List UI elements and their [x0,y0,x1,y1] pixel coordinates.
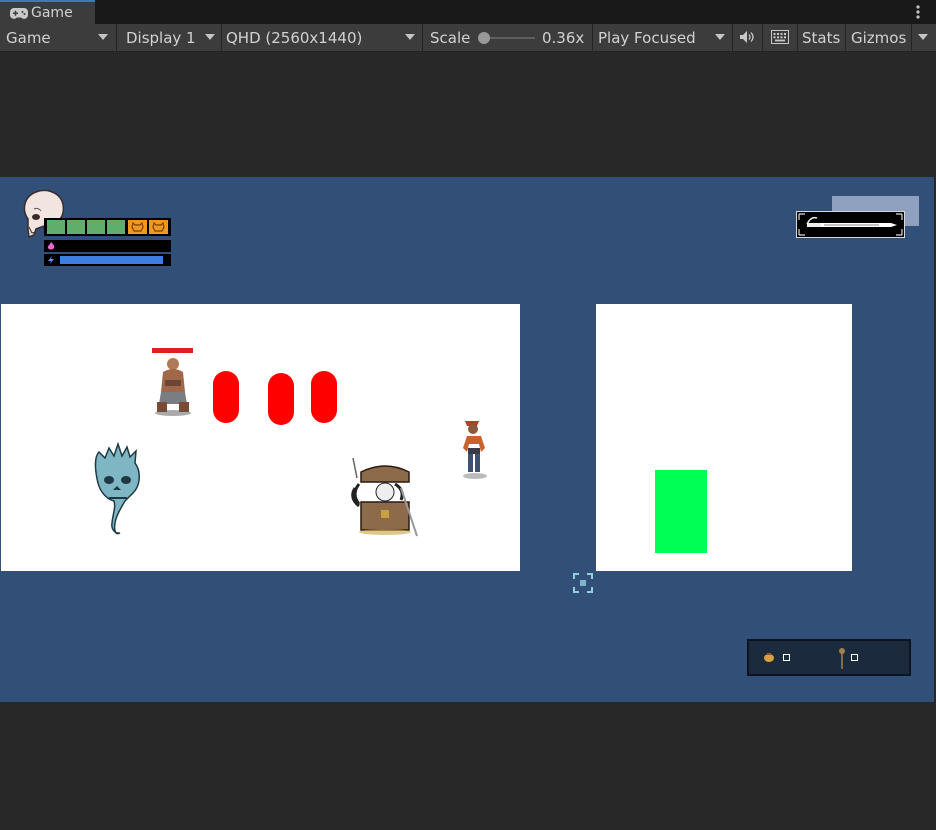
game-viewport[interactable] [0,177,934,702]
energy-bar-fill [60,256,163,264]
health-slot-beast [149,220,168,234]
inventory-slot-marker [783,654,790,661]
scale-value: 0.36x [542,29,585,47]
game-toolbar: Game Display 1 QHD (2560x1440) Scale 0.3… [0,24,936,52]
enemy-health-bar [152,348,193,353]
scale-slider-handle[interactable] [478,32,490,44]
coin-pouch-icon[interactable] [763,651,775,663]
inventory-slot-marker [851,654,858,661]
chevron-down-icon [98,34,108,40]
health-slot [87,220,105,234]
red-pill-obstacle [268,373,294,425]
health-slot [107,220,125,234]
room-panel-left [1,304,520,571]
resolution-dropdown[interactable]: QHD (2560x1440) [226,26,362,50]
mana-bar [44,240,171,252]
tab-bar: Game [0,0,936,24]
stats-button[interactable]: Stats [802,26,840,50]
gamepad-icon [10,8,28,19]
health-slot [47,220,65,234]
sword-icon [798,213,903,236]
pirate-player [463,421,487,479]
gizmos-button[interactable]: Gizmos [851,26,906,50]
brute-warrior [155,358,191,416]
staff-icon[interactable] [837,647,847,669]
health-slot [67,220,85,234]
chevron-down-icon [715,34,725,40]
play-mode-label: Play Focused [598,29,696,47]
beast-face-icon [131,221,144,232]
ghost-skull [94,441,140,535]
inventory-bar [747,639,911,676]
red-pill-obstacle [213,371,239,423]
health-bar [44,218,171,236]
tab-game[interactable]: Game [0,0,95,24]
chevron-down-icon[interactable] [918,34,928,40]
green-marker [655,470,707,553]
view-mode-dropdown[interactable]: Game [6,26,51,50]
weapon-slot[interactable] [796,211,905,238]
red-pill-obstacle [311,371,337,423]
display-dropdown[interactable]: Display 1 [126,26,196,50]
play-mode-dropdown[interactable]: Play Focused [598,26,696,50]
tab-title: Game [31,5,73,21]
chevron-down-icon [205,34,215,40]
flame-icon [47,242,55,250]
room-panel-right [596,304,852,571]
speaker-icon[interactable] [739,30,755,44]
display-label: Display 1 [126,29,196,47]
resolution-label: QHD (2560x1440) [226,29,363,47]
keyboard-icon[interactable] [771,30,789,44]
kebab-menu-icon[interactable] [912,3,924,21]
camera-gizmo-icon [573,573,593,593]
beast-face-icon [152,221,165,232]
lightning-icon [48,256,54,264]
view-mode-label: Game [6,29,51,47]
energy-bar [44,254,171,266]
mimic-chest [351,458,418,537]
chevron-down-icon [405,34,415,40]
scale-label: Scale [430,29,471,47]
health-slot-beast [128,220,147,234]
